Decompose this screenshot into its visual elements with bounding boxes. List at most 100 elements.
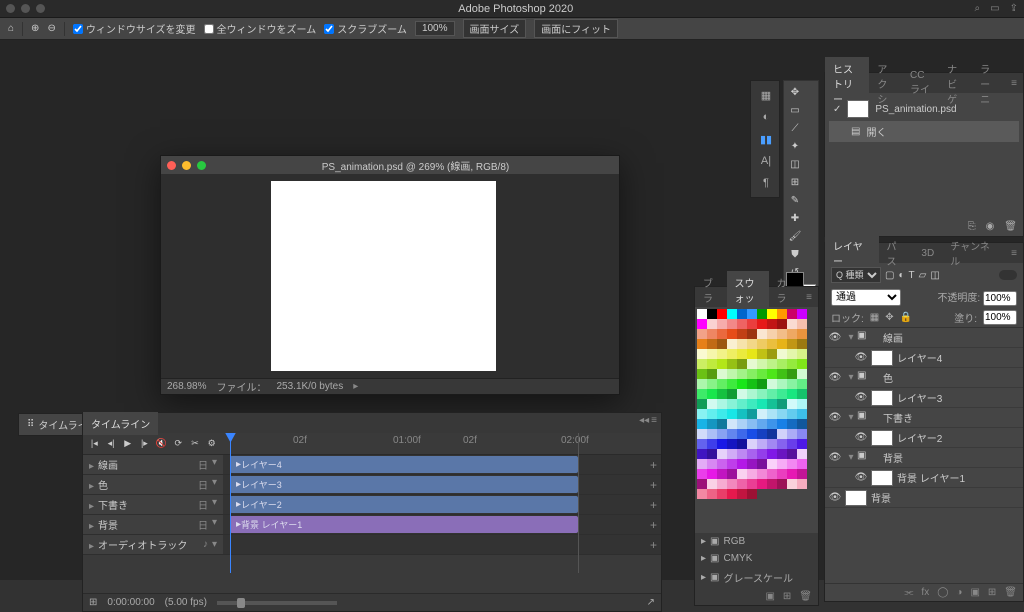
- fill-input[interactable]: [983, 310, 1017, 325]
- swatch[interactable]: [737, 399, 747, 409]
- swatch[interactable]: [747, 429, 757, 439]
- swatch[interactable]: [717, 349, 727, 359]
- document-window[interactable]: PS_animation.psd @ 269% (線画, RGB/8) 268.…: [160, 155, 620, 395]
- tab-timeline[interactable]: タイムライン: [83, 412, 158, 435]
- trash-icon[interactable]: 🗑: [799, 591, 812, 602]
- swatch-folder-rgb[interactable]: ▸▣RGB: [695, 533, 818, 550]
- swatch[interactable]: [757, 469, 767, 479]
- swatch[interactable]: [697, 309, 707, 319]
- swatch[interactable]: [747, 469, 757, 479]
- swatch[interactable]: [797, 449, 807, 459]
- chevron-down-icon[interactable]: ▾: [845, 372, 857, 383]
- track-menu-icon[interactable]: 日: [198, 457, 208, 472]
- swatch[interactable]: [707, 319, 717, 329]
- filter-smart-icon[interactable]: ◫: [930, 270, 939, 281]
- swatch[interactable]: [767, 409, 777, 419]
- swatch[interactable]: [737, 339, 747, 349]
- swatch[interactable]: [727, 439, 737, 449]
- text-dock-icon[interactable]: A|: [753, 151, 779, 171]
- goto-first-frame-button[interactable]: |◂: [89, 437, 100, 451]
- swatch[interactable]: [747, 369, 757, 379]
- swatch[interactable]: [697, 419, 707, 429]
- swatch[interactable]: [697, 329, 707, 339]
- eyedropper-tool[interactable]: ✎: [787, 192, 803, 208]
- add-media-button[interactable]: +: [650, 478, 657, 492]
- track-menu-icon[interactable]: 日: [198, 497, 208, 512]
- swatch[interactable]: [707, 329, 717, 339]
- window-traffic-lights[interactable]: [6, 4, 45, 13]
- swatch[interactable]: [717, 489, 727, 499]
- chevron-down-icon[interactable]: ▾: [845, 332, 857, 343]
- swatch[interactable]: [707, 349, 717, 359]
- panel-menu-icon[interactable]: ≡: [1005, 78, 1023, 89]
- swatch[interactable]: [767, 379, 777, 389]
- swatch[interactable]: [727, 399, 737, 409]
- add-media-button[interactable]: +: [650, 498, 657, 512]
- swatch[interactable]: [707, 419, 717, 429]
- swatch[interactable]: [717, 479, 727, 489]
- swatch[interactable]: [717, 439, 727, 449]
- transition-button[interactable]: ⟳: [173, 437, 184, 451]
- swatch[interactable]: [727, 449, 737, 459]
- mute-button[interactable]: 🔇: [156, 437, 167, 451]
- swatch[interactable]: [787, 329, 797, 339]
- swatch[interactable]: [777, 409, 787, 419]
- layer-item[interactable]: 👁レイヤー3: [825, 388, 1023, 408]
- swatch[interactable]: [767, 319, 777, 329]
- swatch[interactable]: [747, 449, 757, 459]
- swatch[interactable]: [797, 419, 807, 429]
- swatch[interactable]: [777, 369, 787, 379]
- tab-3d[interactable]: 3D: [913, 244, 942, 263]
- crop-tool[interactable]: ◫: [787, 156, 803, 172]
- track-body[interactable]: ▸ 背景 レイヤー1+: [223, 515, 661, 534]
- swatch[interactable]: [747, 359, 757, 369]
- swatch[interactable]: [757, 439, 767, 449]
- swatch[interactable]: [757, 389, 767, 399]
- swatch[interactable]: [727, 429, 737, 439]
- swatch[interactable]: [747, 329, 757, 339]
- swatch[interactable]: [737, 379, 747, 389]
- layer-group[interactable]: 👁▾▣背景: [825, 448, 1023, 468]
- swatch[interactable]: [757, 449, 767, 459]
- swatch[interactable]: [777, 419, 787, 429]
- swatch[interactable]: [787, 419, 797, 429]
- swatch[interactable]: [697, 359, 707, 369]
- add-audio-button[interactable]: +: [650, 538, 657, 552]
- swatch[interactable]: [707, 379, 717, 389]
- swatch[interactable]: [707, 339, 717, 349]
- swatch[interactable]: [727, 359, 737, 369]
- swatch[interactable]: [757, 319, 767, 329]
- swatch[interactable]: [767, 439, 777, 449]
- swatch[interactable]: [737, 319, 747, 329]
- options-button[interactable]: ⚙: [206, 437, 217, 451]
- swatch[interactable]: [707, 469, 717, 479]
- swatch[interactable]: [797, 379, 807, 389]
- collapse-left-icon[interactable]: ◂◂: [639, 415, 649, 426]
- swatch[interactable]: [747, 479, 757, 489]
- tab-learn[interactable]: ラーニ: [972, 57, 1005, 110]
- swatch[interactable]: [697, 449, 707, 459]
- history-state[interactable]: ▤ 開く: [829, 121, 1019, 142]
- swatch[interactable]: [737, 349, 747, 359]
- swatch[interactable]: [787, 319, 797, 329]
- swatch[interactable]: [707, 389, 717, 399]
- swatch[interactable]: [787, 439, 797, 449]
- swatch[interactable]: [787, 369, 797, 379]
- swatch[interactable]: [777, 439, 787, 449]
- swatch[interactable]: [757, 479, 767, 489]
- swatch[interactable]: [717, 309, 727, 319]
- new-layer-icon[interactable]: ⊞: [988, 587, 996, 598]
- layer-group[interactable]: 👁▾▣線画: [825, 328, 1023, 348]
- swatch[interactable]: [697, 429, 707, 439]
- swatch[interactable]: [757, 309, 767, 319]
- swatch-folder-grayscale[interactable]: ▸▣グレースケール: [695, 567, 818, 588]
- swatch[interactable]: [697, 319, 707, 329]
- swatch[interactable]: [757, 429, 767, 439]
- wand-tool[interactable]: ✦: [787, 138, 803, 154]
- swatch[interactable]: [797, 429, 807, 439]
- swatch[interactable]: [737, 409, 747, 419]
- timeline-ruler[interactable]: 02f 01:00f 02f 02:00f: [223, 433, 661, 455]
- adjustment-icon[interactable]: ◑: [956, 587, 962, 598]
- swatch[interactable]: [787, 409, 797, 419]
- swatch[interactable]: [767, 309, 777, 319]
